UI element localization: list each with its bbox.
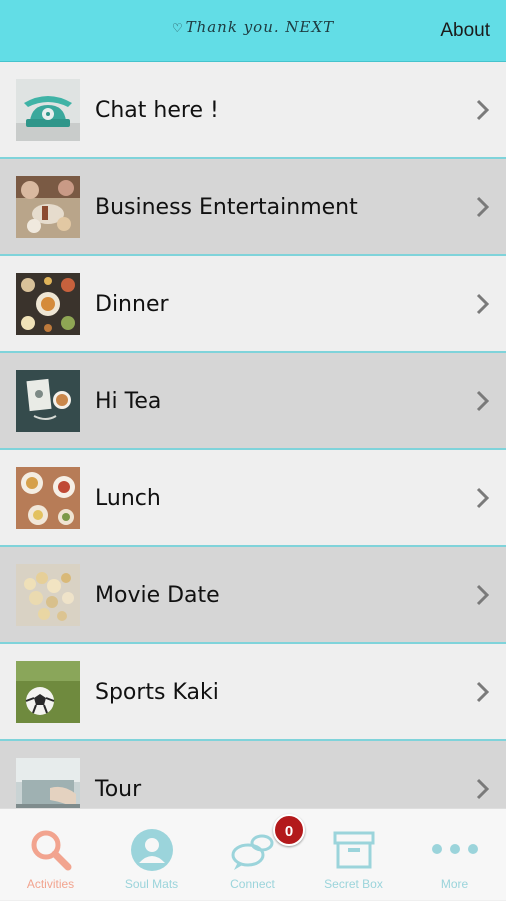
heart-icon: ♡ — [171, 21, 184, 35]
chevron-right-icon — [476, 681, 490, 703]
chat-thumbnail — [16, 79, 80, 141]
chevron-right-icon — [476, 99, 490, 121]
chat-icon — [231, 834, 273, 870]
dinner-thumbnail — [16, 273, 80, 335]
list-item-sports-kaki[interactable]: Sports Kaki — [0, 644, 506, 741]
box-icon — [333, 831, 374, 869]
search-icon — [31, 830, 71, 871]
connect-notification-badge: 0 — [273, 814, 305, 846]
chevron-right-icon — [476, 778, 490, 800]
list-item-hi-tea[interactable]: Hi Tea — [0, 353, 506, 450]
hi-tea-thumbnail — [16, 370, 80, 432]
chevron-right-icon — [476, 196, 490, 218]
list-item-label: Movie Date — [95, 583, 220, 608]
tab-label: Activities — [26, 877, 75, 891]
top-bar: ♡ Thank you. NEXT About — [0, 0, 506, 62]
list-item-label: Dinner — [95, 292, 169, 317]
chevron-right-icon — [476, 293, 490, 315]
app-title-text: Thank you. NEXT — [185, 18, 335, 36]
more-icon — [431, 844, 478, 854]
lunch-thumbnail — [16, 467, 80, 529]
list-item-label: Chat here ! — [95, 98, 219, 123]
tab-secret-box[interactable]: Secret Box — [303, 809, 404, 901]
list-item-label: Business Entertainment — [95, 195, 358, 220]
tab-label: Connect — [230, 877, 275, 891]
user-icon — [130, 829, 173, 871]
tour-thumbnail — [16, 758, 80, 808]
tab-label: Secret Box — [324, 877, 383, 891]
chevron-right-icon — [476, 584, 490, 606]
tab-more[interactable]: More — [404, 809, 505, 901]
chevron-right-icon — [476, 487, 490, 509]
app-title: ♡ Thank you. NEXT — [0, 18, 506, 36]
list-item-movie-date[interactable]: Movie Date — [0, 547, 506, 644]
list-item-label: Hi Tea — [95, 389, 162, 414]
list-item-label: Sports Kaki — [95, 680, 219, 705]
movie-date-thumbnail — [16, 564, 80, 626]
business-entertainment-thumbnail — [16, 176, 80, 238]
bottom-tab-bar: Activities Soul Mats Connect Secret Box — [0, 808, 506, 900]
list-item-business-entertainment[interactable]: Business Entertainment — [0, 159, 506, 256]
list-item-tour[interactable]: Tour — [0, 741, 506, 808]
tab-label: More — [440, 877, 469, 891]
list-item-lunch[interactable]: Lunch — [0, 450, 506, 547]
sports-kaki-thumbnail — [16, 661, 80, 723]
activity-list: Chat here ! Business Entertainment Dinne… — [0, 62, 506, 808]
about-button[interactable]: About — [440, 20, 490, 42]
list-item-chat[interactable]: Chat here ! — [0, 62, 506, 159]
list-item-dinner[interactable]: Dinner — [0, 256, 506, 353]
tab-activities[interactable]: Activities — [0, 809, 101, 901]
chevron-right-icon — [476, 390, 490, 412]
list-item-label: Tour — [95, 777, 142, 802]
list-item-label: Lunch — [95, 486, 161, 511]
tab-soul-mats[interactable]: Soul Mats — [101, 809, 202, 901]
tab-label: Soul Mats — [124, 877, 179, 891]
